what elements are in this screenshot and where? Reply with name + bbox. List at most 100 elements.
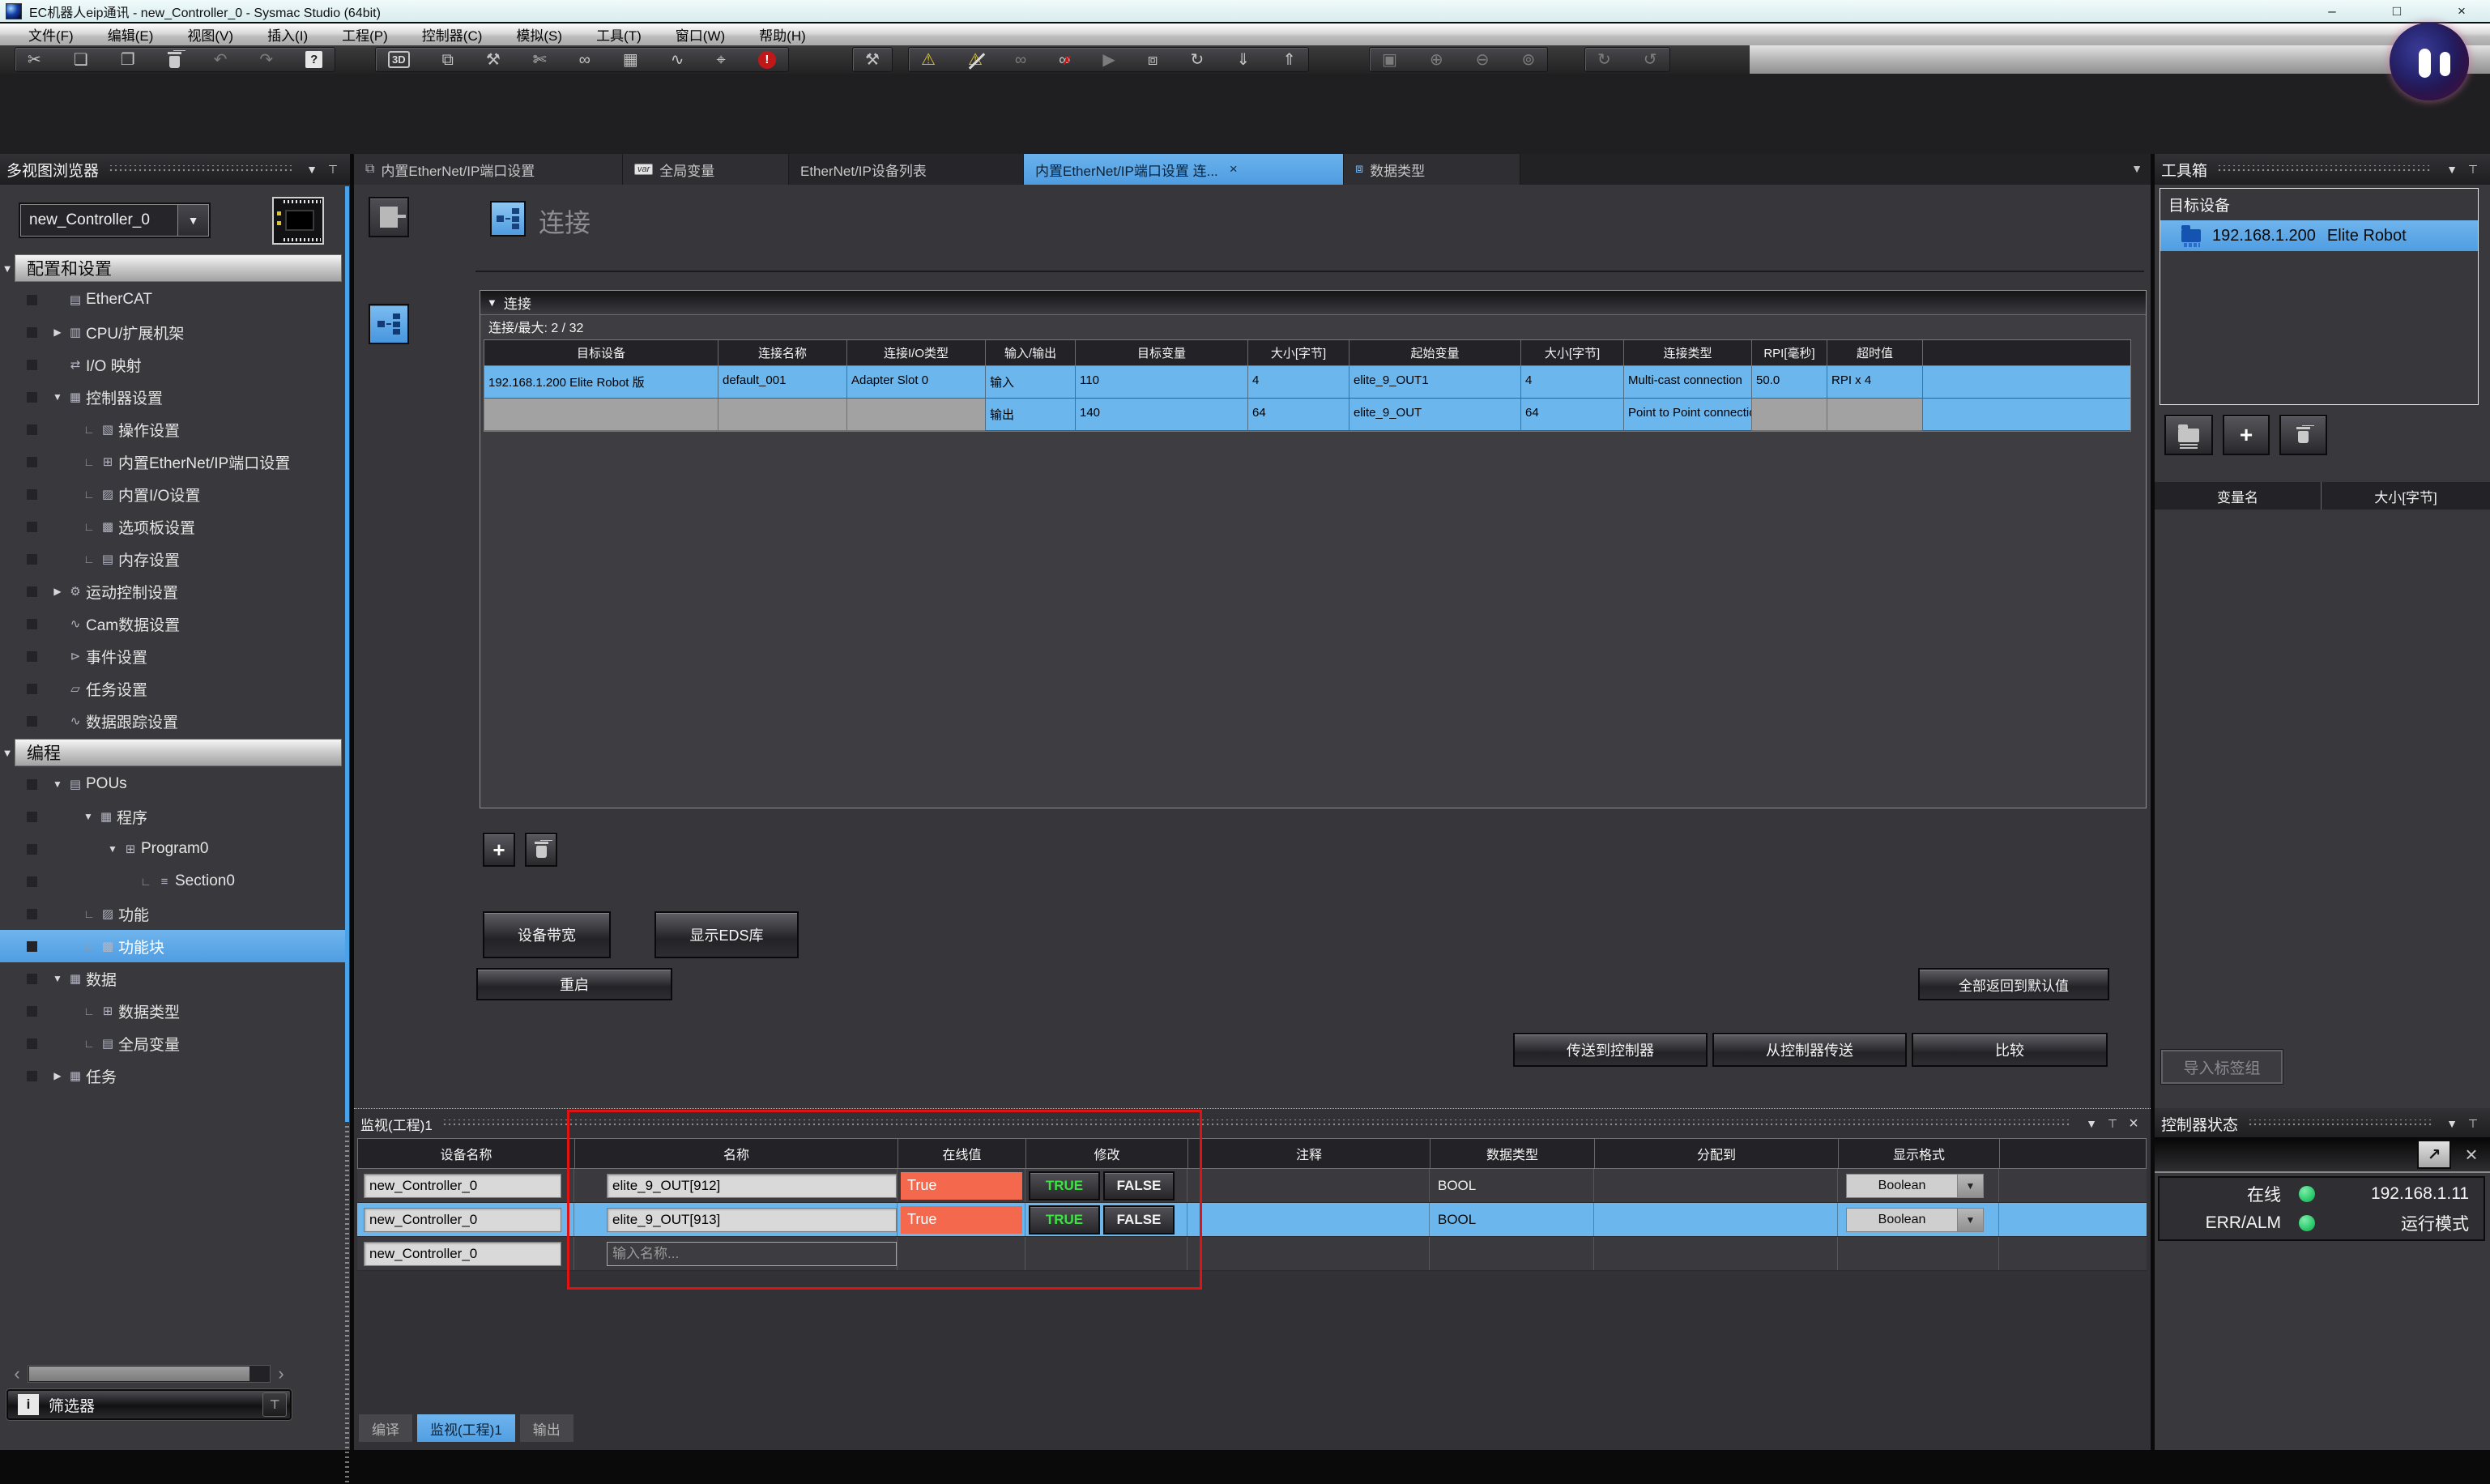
refresh-icon[interactable]: ↻: [1191, 52, 1204, 68]
collapse-icon[interactable]: ▼: [105, 843, 120, 855]
menu-simulation[interactable]: 模拟(S): [499, 24, 579, 45]
section-config-collapse-icon[interactable]: ▼: [0, 262, 15, 275]
expand-icon[interactable]: ▶: [50, 1070, 65, 1081]
monitor-stop-icon[interactable]: ∞: [1059, 52, 1070, 68]
watch-row-913[interactable]: True TRUE FALSE BOOL Boolean ▼: [357, 1203, 2147, 1237]
sidebar-item-data-types[interactable]: ∟⊞数据类型: [0, 995, 345, 1027]
show-eds-library-button[interactable]: 显示EDS库: [654, 911, 799, 958]
sidebar-item-builtin-io[interactable]: ∟▨内置I/O设置: [0, 478, 345, 510]
delete-connection-button[interactable]: [525, 833, 557, 867]
simulation-icon[interactable]: ⚒: [865, 52, 880, 68]
export-icon[interactable]: ⧉: [442, 52, 454, 68]
toolbox-pin-icon[interactable]: ⊤: [2462, 163, 2484, 177]
add-connection-button[interactable]: +: [483, 833, 515, 867]
set-false-button[interactable]: FALSE: [1103, 1171, 1175, 1200]
sidebar-item-data[interactable]: ▼▦数据: [0, 962, 345, 995]
sidebar-item-programs[interactable]: ▼▦程序: [0, 800, 345, 833]
tab-global-variables[interactable]: var 全局变量: [623, 154, 789, 185]
zoom-100-icon[interactable]: ⊚: [1521, 52, 1535, 68]
3d-view-icon[interactable]: 3D: [388, 51, 410, 68]
h-scroll-track[interactable]: [28, 1365, 271, 1383]
tab-output[interactable]: 输出: [520, 1414, 573, 1442]
tab-ethernet-ip-settings[interactable]: ⧉ 内置EtherNet/IP端口设置: [354, 154, 623, 185]
return-defaults-button[interactable]: 全部返回到默认值: [1918, 968, 2109, 1000]
comment-cell[interactable]: [1187, 1203, 1429, 1236]
tree-horizontal-scrollbar[interactable]: ‹ ›: [6, 1363, 292, 1384]
menu-project[interactable]: 工程(P): [325, 24, 405, 45]
popout-icon[interactable]: ↗: [2417, 1140, 2451, 1169]
watch-collapse-icon[interactable]: ▼: [2081, 1117, 2102, 1130]
upload-from-controller-icon[interactable]: ⇑: [1282, 52, 1296, 68]
compare-button[interactable]: 比较: [1912, 1033, 2108, 1067]
watch-pin-icon[interactable]: ⊤: [2102, 1117, 2123, 1131]
menu-tools[interactable]: 工具(T): [579, 24, 659, 45]
sync-icon[interactable]: ⧈: [1148, 52, 1158, 68]
sidebar-item-event-settings[interactable]: ⊳事件设置: [0, 640, 345, 672]
build-icon[interactable]: ⚒: [486, 52, 501, 68]
transfer-to-controller-button[interactable]: 传送到控制器: [1513, 1033, 1708, 1067]
sidebar-item-cpu-rack[interactable]: ▶▥CPU/扩展机架: [0, 316, 345, 348]
register-device-button[interactable]: [2164, 415, 2213, 455]
minimize-button[interactable]: –: [2313, 3, 2351, 19]
device-view-button[interactable]: [369, 197, 409, 237]
tree-scrollbar[interactable]: [345, 186, 349, 1122]
delete-device-button[interactable]: [2279, 415, 2327, 455]
device-name-field[interactable]: [364, 1174, 561, 1198]
collapse-icon[interactable]: ▼: [81, 811, 96, 822]
rotate-ccw-icon[interactable]: ↺: [1644, 52, 1657, 68]
collapse-icon[interactable]: ▼: [50, 973, 65, 984]
filter-pin-icon[interactable]: ⊤: [262, 1392, 287, 1417]
tab-overflow-icon[interactable]: ▼: [2131, 162, 2143, 175]
warning-icon[interactable]: ⚠: [921, 52, 936, 68]
tab-eip-connection[interactable]: 内置EtherNet/IP端口设置 连... ×: [1024, 154, 1344, 185]
sidebar-item-memory-settings[interactable]: ∟▤内存设置: [0, 543, 345, 575]
sidebar-item-functions[interactable]: ∟▨功能: [0, 898, 345, 930]
collapse-icon[interactable]: ▼: [50, 778, 65, 790]
tab-close-icon[interactable]: ×: [1230, 161, 1238, 177]
menu-window[interactable]: 窗口(W): [659, 24, 742, 45]
collapse-icon[interactable]: ▼: [50, 391, 65, 403]
menu-file[interactable]: 文件(F): [11, 24, 91, 45]
connection-row-input[interactable]: 192.168.1.200 Elite Robot 版 default_001 …: [484, 366, 2131, 399]
device-bandwidth-button[interactable]: 设备带宽: [483, 911, 611, 958]
menu-edit[interactable]: 编辑(E): [91, 24, 171, 45]
set-true-button[interactable]: TRUE: [1029, 1205, 1100, 1235]
pin-icon[interactable]: ⊤: [322, 163, 343, 177]
undo-icon[interactable]: ↶: [214, 52, 228, 68]
dropdown-arrow-icon[interactable]: ▼: [1957, 1209, 1983, 1231]
controller-selector[interactable]: new_Controller_0 ▼: [20, 204, 209, 237]
section-config[interactable]: ▼ 配置和设置: [0, 253, 345, 284]
section-programming[interactable]: ▼ 编程: [0, 737, 345, 768]
filter-bar[interactable]: i 筛选器 ⊤: [6, 1389, 292, 1420]
connection-view-button[interactable]: [369, 304, 409, 344]
restart-button[interactable]: 重启: [476, 968, 672, 1000]
monitor-icon[interactable]: ∞: [1015, 52, 1026, 68]
section-programming-header[interactable]: 编程: [15, 739, 342, 766]
help-icon[interactable]: ?: [305, 51, 322, 68]
tab-build[interactable]: 编译: [359, 1414, 412, 1442]
sidebar-item-program0[interactable]: ▼⊞Program0: [0, 833, 345, 865]
sidebar-item-operation-settings[interactable]: ∟▧操作设置: [0, 413, 345, 446]
tab-data-types[interactable]: ⧈ 数据类型: [1344, 154, 1520, 185]
watch-row-912[interactable]: True TRUE FALSE BOOL Boolean ▼: [357, 1169, 2147, 1203]
collapse-panel-icon[interactable]: ▼: [301, 163, 322, 176]
expand-icon[interactable]: ▶: [50, 326, 65, 338]
zoom-in-icon[interactable]: ⊕: [1430, 52, 1443, 68]
connection-group-header[interactable]: ▼ 连接: [480, 291, 2146, 315]
target-device-item[interactable]: 192.168.1.200 Elite Robot: [2160, 220, 2478, 251]
variable-name-field[interactable]: [607, 1208, 897, 1232]
set-true-button[interactable]: TRUE: [1029, 1171, 1100, 1200]
section-programming-collapse-icon[interactable]: ▼: [0, 747, 15, 759]
sidebar-item-function-blocks[interactable]: ∟▩功能块: [0, 930, 345, 962]
toolbox-collapse-icon[interactable]: ▼: [2441, 163, 2462, 176]
watch-row-new[interactable]: [357, 1237, 2147, 1271]
close-button[interactable]: ×: [2443, 3, 2480, 19]
rotate-cw-icon[interactable]: ↻: [1597, 52, 1611, 68]
scroll-right-icon[interactable]: ›: [271, 1363, 292, 1384]
tab-watch[interactable]: 监视(工程)1: [417, 1414, 515, 1442]
menu-insert[interactable]: 插入(I): [250, 24, 325, 45]
device-name-field[interactable]: [364, 1208, 561, 1232]
redo-icon[interactable]: ↷: [259, 52, 273, 68]
comment-cell[interactable]: [1187, 1169, 1429, 1202]
watch-close-icon[interactable]: ×: [2123, 1115, 2144, 1133]
